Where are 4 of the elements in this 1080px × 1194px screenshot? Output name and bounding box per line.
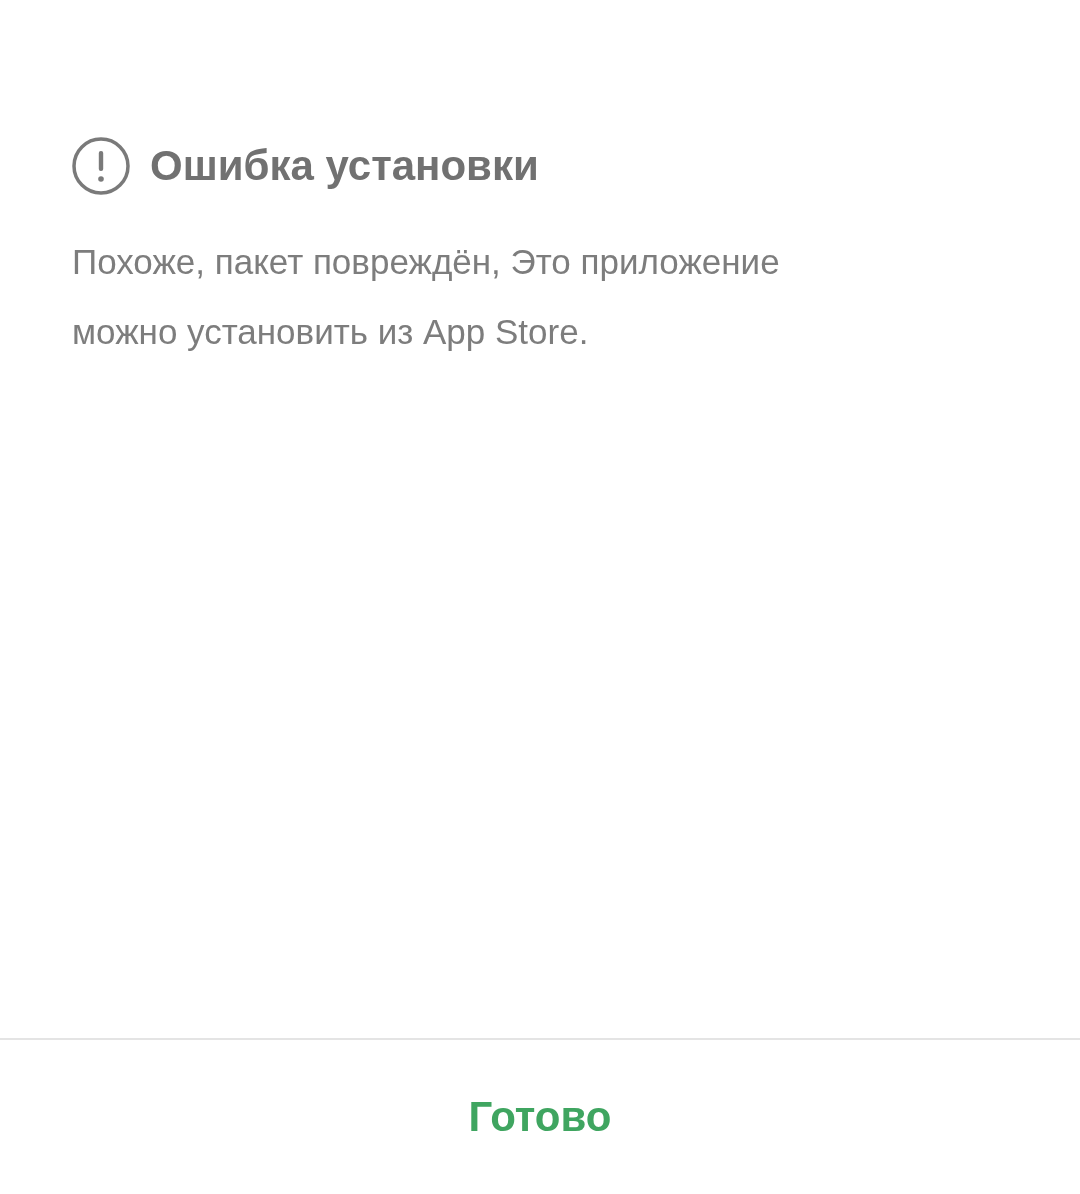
exclamation-icon bbox=[72, 137, 130, 195]
dialog-message: Похоже, пакет повреждён, Это приложение можно установить из App Store. bbox=[72, 241, 781, 353]
done-button[interactable]: Готово bbox=[452, 1085, 628, 1149]
dialog-title: Ошибка установки bbox=[150, 142, 539, 190]
